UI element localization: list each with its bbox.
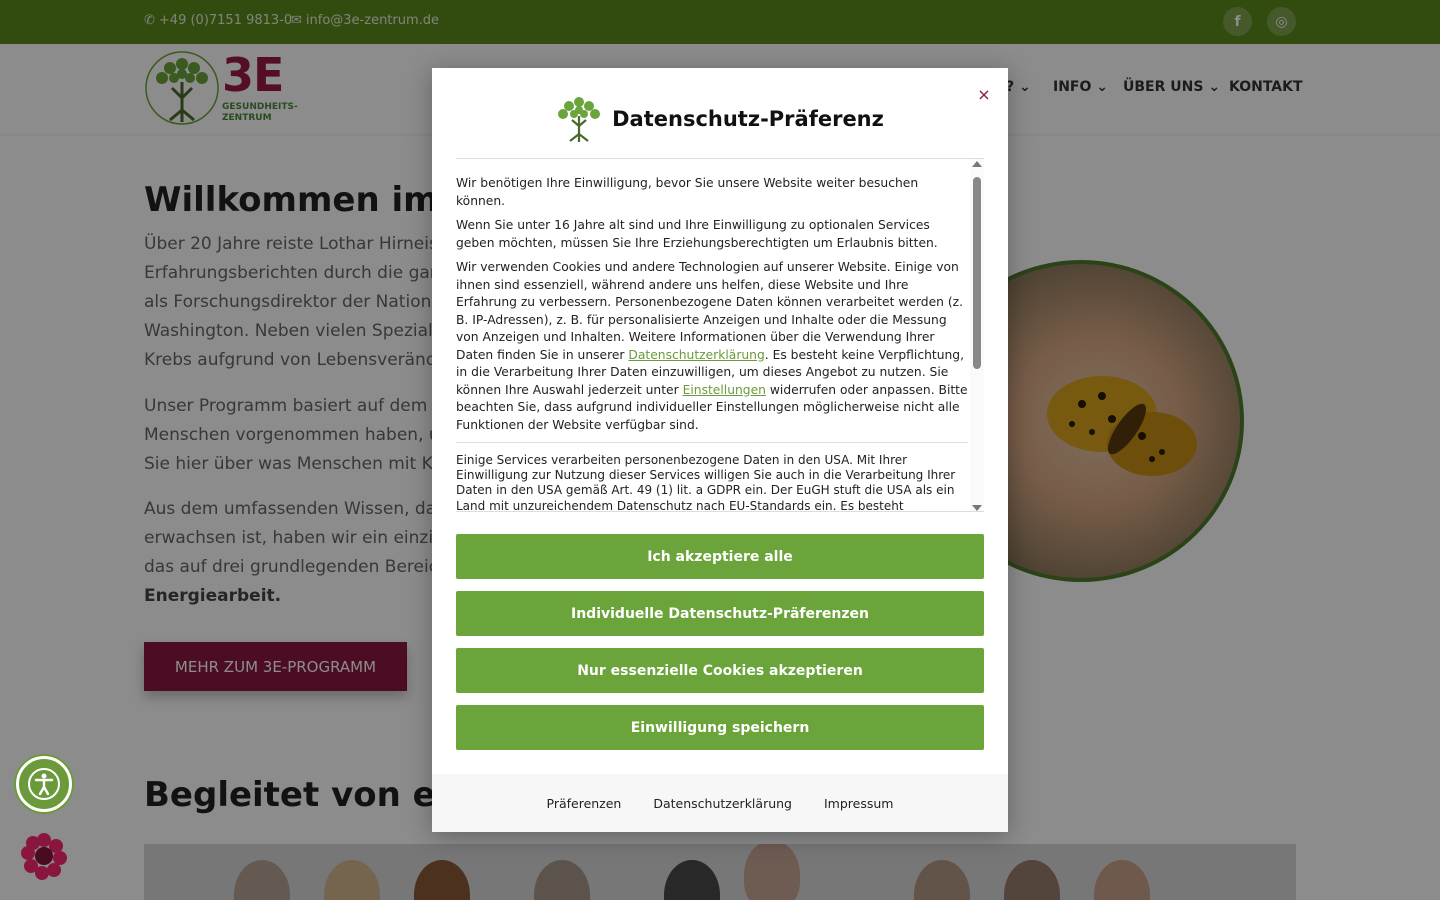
scrollbar-thumb[interactable]	[973, 177, 981, 369]
accessibility-icon	[28, 768, 60, 800]
privacy-settings-widget[interactable]	[20, 832, 68, 880]
modal-title: Datenschutz-Präferenz	[612, 107, 884, 131]
scroll-down-arrow-icon[interactable]	[972, 505, 982, 511]
consent-paragraph: Wir verwenden Cookies und andere Technol…	[456, 259, 968, 434]
footer-privacy-link[interactable]: Datenschutzerklärung	[653, 796, 792, 811]
modal-footer: Präferenzen Datenschutzerklärung Impress…	[432, 774, 1008, 832]
settings-link[interactable]: Einstellungen	[683, 383, 766, 397]
accessibility-button[interactable]	[16, 756, 72, 812]
privacy-policy-link[interactable]: Datenschutzerklärung	[628, 348, 764, 362]
consent-paragraph: Wir benötigen Ihre Einwilligung, bevor S…	[456, 176, 919, 208]
accept-all-button[interactable]: Ich akzeptiere alle	[456, 534, 984, 579]
usa-notice: Einige Services verarbeiten personenbezo…	[456, 453, 956, 512]
consent-text-scroll-area[interactable]: Wir benötigen Ihre Einwilligung, bevor S…	[456, 158, 984, 512]
consent-text-part: Wir verwenden Cookies und andere Technol…	[456, 260, 964, 362]
scrollbar[interactable]	[970, 159, 984, 511]
modal-header: Datenschutz-Präferenz	[432, 92, 1008, 146]
consent-paragraph: Wenn Sie unter 16 Jahre alt sind und Ihr…	[456, 218, 938, 250]
individual-preferences-button[interactable]: Individuelle Datenschutz-Präferenzen	[456, 591, 984, 636]
privacy-modal: × Datenschutz-Präferenz Wir benötigen Ih…	[432, 68, 1008, 832]
divider	[456, 442, 968, 443]
scroll-up-arrow-icon[interactable]	[972, 161, 982, 167]
cookie-settings-icon	[21, 833, 67, 880]
consent-text: Wir benötigen Ihre Einwilligung, bevor S…	[456, 159, 968, 512]
footer-imprint-link[interactable]: Impressum	[824, 796, 893, 811]
tree-logo-icon	[558, 97, 601, 142]
footer-preferences-link[interactable]: Präferenzen	[547, 796, 622, 811]
essential-only-button[interactable]: Nur essenzielle Cookies akzeptieren	[456, 648, 984, 693]
save-consent-button[interactable]: Einwilligung speichern	[456, 705, 984, 750]
